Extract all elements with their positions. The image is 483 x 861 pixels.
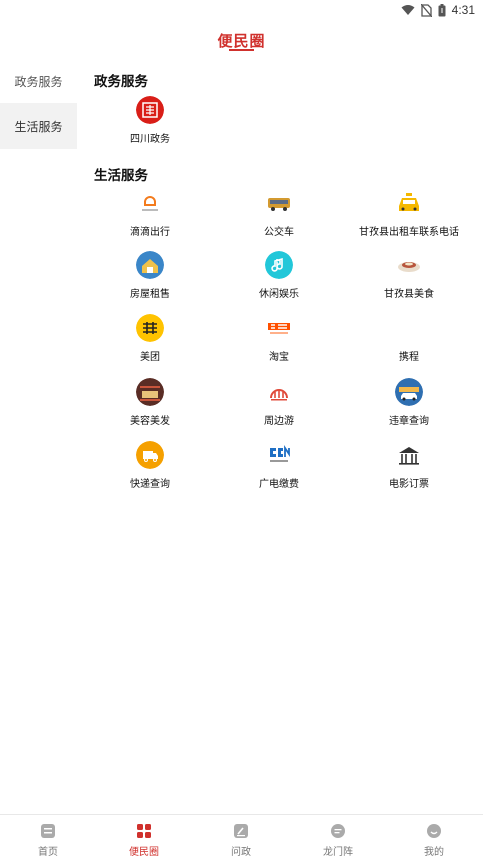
- service-label: 四川政务: [130, 134, 170, 145]
- page-header: 便民圈: [0, 22, 483, 58]
- home-icon: [41, 824, 55, 838]
- service-tile-ctrip[interactable]: 携程: [349, 314, 469, 374]
- service-tile-broadcast-payment[interactable]: 广电缴费: [219, 441, 339, 501]
- nav-label: 我的: [424, 847, 444, 858]
- service-label: 美容美发: [130, 416, 170, 427]
- broadcast-payment-icon: [265, 441, 293, 469]
- beauty-icon: [136, 378, 164, 406]
- no-sim-icon: [420, 3, 432, 17]
- house-rental-icon: [136, 251, 164, 279]
- nearby-travel-icon: [265, 378, 293, 406]
- service-tile-sichuan-gov[interactable]: 四川政务: [90, 96, 210, 156]
- grid-icon: [137, 824, 151, 838]
- service-label: 快递查询: [130, 479, 170, 490]
- service-tile-food[interactable]: 甘孜县美食: [349, 251, 469, 311]
- sidebar-item-label: 政务服务: [14, 74, 63, 89]
- service-label: 房屋租售: [130, 289, 170, 300]
- title-underline: [229, 49, 254, 51]
- violation-query-icon: [395, 378, 423, 406]
- didi-icon: [136, 189, 164, 217]
- category-sidebar: 政务服务 生活服务: [0, 58, 77, 814]
- service-tile-taobao[interactable]: 淘宝: [219, 314, 339, 374]
- service-label: 广电缴费: [259, 479, 299, 490]
- bus-icon: [265, 189, 293, 217]
- nav-label: 便民圈: [129, 847, 159, 858]
- nav-tab-convenience[interactable]: 便民圈: [96, 815, 192, 861]
- service-label: 甘孜县出租车联系电话: [359, 227, 459, 238]
- nav-label: 首页: [38, 847, 58, 858]
- service-tile-violation-query[interactable]: 违章查询: [349, 378, 469, 438]
- nav-tab-inquiry[interactable]: 问政: [193, 815, 289, 861]
- edit-icon: [234, 824, 248, 838]
- service-label: 休闲娱乐: [259, 289, 299, 300]
- service-label: 周边游: [264, 416, 294, 427]
- movie-ticket-icon: [395, 441, 423, 469]
- page-title: 便民圈: [217, 33, 266, 50]
- sidebar-item-life-service[interactable]: 生活服务: [0, 103, 77, 149]
- nav-tab-longmenzhen[interactable]: 龙门阵: [290, 815, 386, 861]
- sichuan-gov-icon: [136, 96, 164, 124]
- wifi-icon: [401, 5, 415, 15]
- service-label: 甘孜县美食: [384, 289, 434, 300]
- smile-icon: [427, 824, 441, 838]
- service-label: 携程: [399, 352, 419, 363]
- service-tile-meituan[interactable]: 美团: [90, 314, 210, 374]
- nav-tab-home[interactable]: 首页: [0, 815, 96, 861]
- section-title-gov: 政务服务: [94, 74, 148, 89]
- service-tile-nearby-travel[interactable]: 周边游: [219, 378, 339, 438]
- status-bar: 4:31: [0, 0, 483, 22]
- service-label: 淘宝: [269, 352, 289, 363]
- chat-icon: [331, 824, 345, 838]
- bottom-nav: 首页 便民圈 问政 龙门阵 我的: [0, 814, 483, 861]
- battery-icon: [438, 3, 446, 16]
- meituan-icon: [136, 314, 164, 342]
- service-tile-didi[interactable]: 滴滴出行: [90, 189, 210, 249]
- service-label: 美团: [140, 352, 160, 363]
- service-label: 电影订票: [389, 479, 429, 490]
- service-tile-leisure[interactable]: 休闲娱乐: [219, 251, 339, 311]
- ctrip-icon: [395, 314, 423, 342]
- nav-label: 龙门阵: [323, 847, 353, 858]
- service-tile-taxi[interactable]: 甘孜县出租车联系电话: [349, 189, 469, 249]
- section-title-life: 生活服务: [94, 168, 148, 183]
- service-label: 滴滴出行: [130, 227, 170, 238]
- status-time: 4:31: [451, 3, 475, 17]
- taobao-icon: [265, 314, 293, 342]
- service-tile-house-rental[interactable]: 房屋租售: [90, 251, 210, 311]
- service-tile-movie-ticket[interactable]: 电影订票: [349, 441, 469, 501]
- service-label: 违章查询: [389, 416, 429, 427]
- leisure-icon: [265, 251, 293, 279]
- express-query-icon: [136, 441, 164, 469]
- sidebar-item-gov-service[interactable]: 政务服务: [0, 58, 77, 104]
- sidebar-item-label: 生活服务: [14, 119, 63, 134]
- nav-label: 问政: [231, 847, 251, 858]
- nav-tab-mine[interactable]: 我的: [386, 815, 482, 861]
- taxi-icon: [395, 189, 423, 217]
- service-tile-beauty[interactable]: 美容美发: [90, 378, 210, 438]
- service-tile-express-query[interactable]: 快递查询: [90, 441, 210, 501]
- food-icon: [395, 251, 423, 279]
- service-label: 公交车: [264, 227, 294, 238]
- service-tile-bus[interactable]: 公交车: [219, 189, 339, 249]
